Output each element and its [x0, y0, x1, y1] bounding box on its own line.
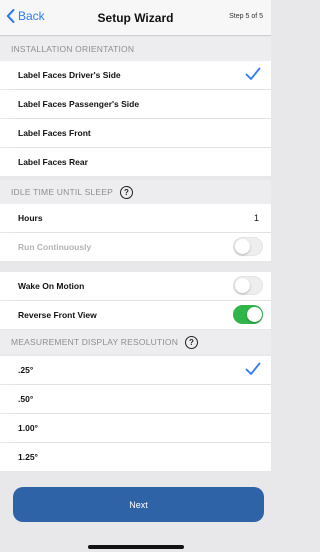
hours-label: Hours — [18, 213, 43, 223]
toggle-knob — [235, 278, 250, 293]
option-label: 1.25° — [18, 452, 38, 462]
reverse-front-view-row: Reverse Front View — [0, 301, 271, 329]
run-continuously-toggle[interactable] — [233, 237, 263, 256]
hours-value: 1 — [253, 213, 259, 223]
section-header-orientation: INSTALLATION ORIENTATION — [0, 37, 271, 61]
section-header-label: IDLE TIME UNTIL SLEEP — [11, 187, 113, 197]
orientation-option-rear[interactable]: Label Faces Rear — [0, 148, 271, 176]
step-indicator: Step 5 of 5 — [229, 13, 263, 20]
reverse-front-view-toggle[interactable] — [233, 305, 263, 324]
section-header-idle: IDLE TIME UNTIL SLEEP ? — [0, 180, 271, 204]
resolution-option-050[interactable]: .50° — [0, 385, 271, 413]
option-label: Label Faces Front — [18, 128, 91, 138]
section-header-label: INSTALLATION ORIENTATION — [11, 44, 135, 54]
section-header-label: MEASUREMENT DISPLAY RESOLUTION — [11, 337, 179, 347]
resolution-option-125[interactable]: 1.25° — [0, 443, 271, 471]
run-continuously-label: Run Continuously — [18, 242, 92, 252]
orientation-option-drivers-side[interactable]: Label Faces Driver's Side — [0, 61, 271, 89]
option-label: .25° — [18, 365, 34, 375]
run-continuously-row: Run Continuously — [0, 233, 271, 261]
resolution-option-025[interactable]: .25° — [0, 356, 271, 384]
wake-on-motion-toggle[interactable] — [233, 276, 263, 295]
toggle-knob — [235, 239, 250, 254]
option-label: .50° — [18, 394, 34, 404]
resolution-option-100[interactable]: 1.00° — [0, 414, 271, 442]
wake-on-motion-label: Wake On Motion — [18, 281, 85, 291]
orientation-option-passengers-side[interactable]: Label Faces Passenger's Side — [0, 90, 271, 118]
help-icon[interactable]: ? — [119, 185, 133, 199]
hours-row[interactable]: Hours 1 — [0, 204, 271, 232]
section-header-resolution: MEASUREMENT DISPLAY RESOLUTION ? — [0, 330, 271, 354]
wake-on-motion-row: Wake On Motion — [0, 272, 271, 300]
checkmark-icon — [245, 362, 261, 375]
orientation-option-front[interactable]: Label Faces Front — [0, 119, 271, 147]
reverse-front-view-label: Reverse Front View — [18, 310, 97, 320]
checkmark-icon — [245, 67, 261, 80]
option-label: Label Faces Passenger's Side — [18, 99, 140, 109]
option-label: Label Faces Driver's Side — [18, 70, 121, 80]
help-icon[interactable]: ? — [185, 335, 199, 349]
home-indicator — [88, 545, 184, 549]
nav-bar: Back Setup Wizard Step 5 of 5 — [0, 0, 271, 36]
option-label: 1.00° — [18, 423, 38, 433]
next-button[interactable]: Next — [13, 487, 264, 522]
toggle-knob — [247, 307, 262, 322]
option-label: Label Faces Rear — [18, 157, 88, 167]
